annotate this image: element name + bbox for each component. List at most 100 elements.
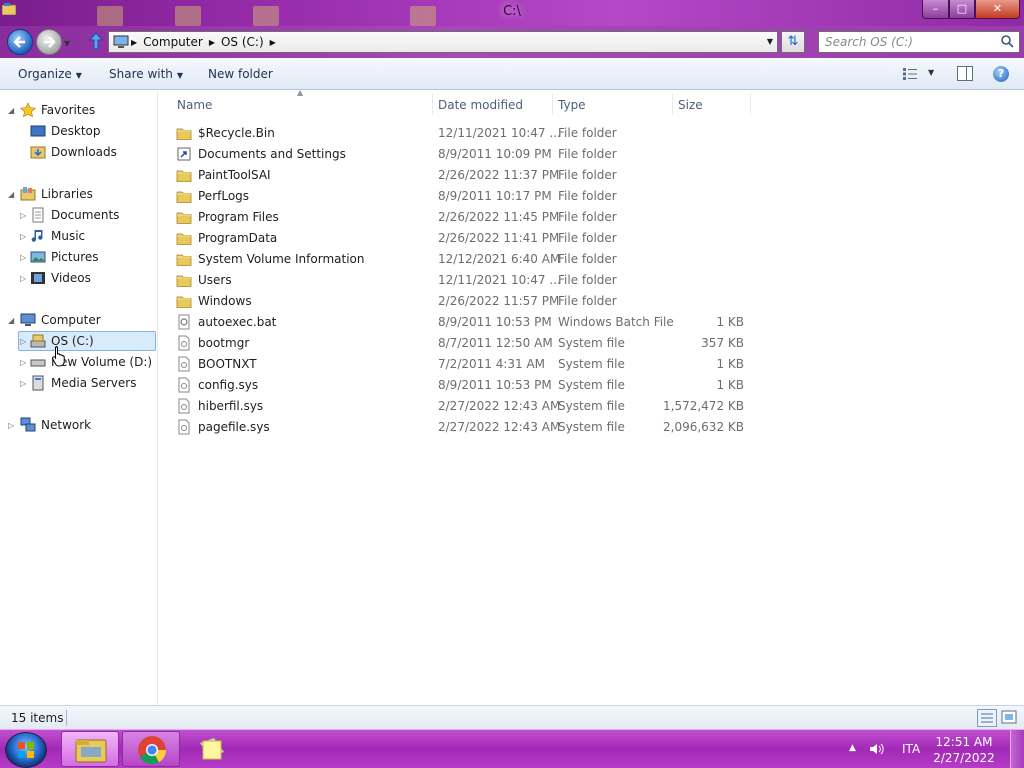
table-row[interactable]: hiberfil.sys 2/27/2022 12:43 AM System fil… <box>176 396 776 417</box>
column-header-type[interactable]: Type <box>558 96 586 116</box>
expand-arrow-icon[interactable]: ▷ <box>8 421 14 430</box>
collapse-arrow-icon[interactable]: ◢ <box>8 316 14 325</box>
back-button[interactable] <box>7 29 33 55</box>
file-type: File folder <box>558 147 617 161</box>
close-button[interactable]: ✕ <box>975 0 1020 19</box>
table-row[interactable]: autoexec.bat 8/9/2011 10:53 PM Windows Bat… <box>176 312 776 333</box>
expand-arrow-icon[interactable]: ▷ <box>20 253 26 262</box>
table-row[interactable]: BOOTNXT 7/2/2011 4:31 AM System file 1 KB <box>176 354 776 375</box>
expand-arrow-icon[interactable]: ▷ <box>20 232 26 241</box>
computer-icon <box>20 313 36 326</box>
show-desktop-button[interactable] <box>1010 730 1024 768</box>
file-name: bootmgr <box>198 336 250 350</box>
column-header-date-modified[interactable]: Date modified <box>438 96 523 116</box>
breadcrumb-computer[interactable]: Computer <box>139 35 207 49</box>
table-row[interactable]: bootmgr 8/7/2011 12:50 AM System file 357 K… <box>176 333 776 354</box>
clock-time[interactable]: 12:51 AM <box>930 735 998 749</box>
address-bar[interactable]: ▶ Computer ▶ OS (C:) ▶ ▼ <box>108 31 778 53</box>
expand-arrow-icon[interactable]: ▷ <box>20 337 26 346</box>
table-row[interactable]: Documents and Settings 8/9/2011 10:09 PM F… <box>176 144 776 165</box>
expand-arrow-icon[interactable]: ▷ <box>20 211 26 220</box>
column-header-size[interactable]: Size <box>678 96 703 116</box>
taskbar-explorer-button[interactable] <box>61 731 119 767</box>
tree-media-servers[interactable]: ▷ Media Servers <box>20 373 136 393</box>
details-view-button[interactable] <box>977 709 997 727</box>
column-divider[interactable] <box>672 93 673 115</box>
start-button[interactable] <box>5 732 47 768</box>
table-row[interactable]: Users 12/11/2021 10:47 ... File folder <box>176 270 776 291</box>
refresh-button[interactable]: ⇅ <box>781 31 805 53</box>
table-row[interactable]: Program Files 2/26/2022 11:45 PM File fold… <box>176 207 776 228</box>
tree-desktop[interactable]: Desktop <box>30 121 101 141</box>
file-type: File folder <box>558 273 617 287</box>
tree-downloads[interactable]: Downloads <box>30 142 117 162</box>
minimize-button[interactable]: – <box>922 0 949 19</box>
file-date-modified: 2/27/2022 12:43 AM <box>438 420 561 434</box>
expand-arrow-icon[interactable]: ▷ <box>20 379 26 388</box>
view-options-dropdown[interactable]: ▼ <box>928 68 934 77</box>
tree-music[interactable]: ▷ Music <box>20 226 85 246</box>
show-hidden-icons-arrow[interactable]: ▲ <box>849 743 856 753</box>
column-divider[interactable] <box>432 93 433 115</box>
share-with-button[interactable]: Share with ▼ <box>109 67 183 81</box>
large-icons-view-icon[interactable] <box>1001 710 1017 724</box>
breadcrumb-separator[interactable]: ▶ <box>207 38 217 47</box>
tree-label: Network <box>41 418 92 432</box>
system-file-icon <box>178 377 190 393</box>
column-divider[interactable] <box>750 93 751 115</box>
table-row[interactable]: pagefile.sys 2/27/2022 12:43 AM System fil… <box>176 417 776 438</box>
tree-favorites[interactable]: ◢ Favorites <box>8 100 95 120</box>
column-header-name[interactable]: Name <box>177 96 212 116</box>
taskbar-sticky-notes-button[interactable] <box>183 731 241 767</box>
tree-os-c[interactable]: ▷ OS (C:) <box>18 331 156 351</box>
table-row[interactable]: System Volume Information 12/12/2021 6:40… <box>176 249 776 270</box>
forward-button[interactable] <box>36 29 62 55</box>
title-bar[interactable]: C:\ – □ ✕ <box>0 0 1024 26</box>
tree-network[interactable]: ▷ Network <box>8 415 91 435</box>
videos-icon <box>31 272 45 284</box>
breadcrumb-os-c[interactable]: OS (C:) <box>217 35 268 49</box>
organize-button[interactable]: Organize ▼ <box>18 67 82 81</box>
help-button[interactable]: ? <box>993 66 1009 82</box>
collapse-arrow-icon[interactable]: ◢ <box>8 190 14 199</box>
change-view-icon[interactable] <box>902 67 918 81</box>
up-arrow-icon[interactable] <box>88 32 104 50</box>
preview-pane-button[interactable] <box>957 66 973 81</box>
volume-icon[interactable] <box>869 742 885 756</box>
pictures-icon <box>30 251 46 263</box>
column-divider[interactable] <box>552 93 553 115</box>
table-row[interactable]: config.sys 8/9/2011 10:53 PM System file 1 … <box>176 375 776 396</box>
table-row[interactable]: Windows 2/26/2022 11:57 PM File folder <box>176 291 776 312</box>
tree-videos[interactable]: ▷ Videos <box>20 268 91 288</box>
new-folder-button[interactable]: New folder <box>208 67 273 81</box>
maximize-button[interactable]: □ <box>949 0 975 19</box>
chevron-down-icon: ▼ <box>176 71 184 80</box>
table-row[interactable]: PerfLogs 8/9/2011 10:17 PM File folder <box>176 186 776 207</box>
tree-computer[interactable]: ◢ Computer <box>8 310 101 330</box>
star-icon <box>20 102 36 118</box>
breadcrumb-separator[interactable]: ▶ <box>268 38 278 47</box>
tree-pictures[interactable]: ▷ Pictures <box>20 247 99 267</box>
address-dropdown[interactable]: ▼ <box>767 37 773 46</box>
table-row[interactable]: PaintToolSAI 2/26/2022 11:37 PM File folde… <box>176 165 776 186</box>
clock-date[interactable]: 2/27/2022 <box>930 751 998 765</box>
search-box[interactable] <box>818 31 1020 53</box>
search-icon[interactable] <box>1001 35 1014 48</box>
table-row[interactable]: $Recycle.Bin 12/11/2021 10:47 ... File fol… <box>176 123 776 144</box>
collapse-arrow-icon[interactable]: ◢ <box>8 106 14 115</box>
taskbar-chrome-button[interactable] <box>122 731 180 767</box>
file-size: 357 KB <box>701 336 744 350</box>
breadcrumb-separator[interactable]: ▶ <box>129 38 139 47</box>
tree-libraries[interactable]: ◢ Libraries <box>8 184 93 204</box>
expand-arrow-icon[interactable]: ▷ <box>20 274 26 283</box>
expand-arrow-icon[interactable]: ▷ <box>20 358 26 367</box>
status-divider <box>66 710 67 726</box>
table-row[interactable]: ProgramData 2/26/2022 11:41 PM File folder <box>176 228 776 249</box>
file-size: 1 KB <box>716 357 744 371</box>
input-language-indicator[interactable]: ITA <box>902 742 920 756</box>
tree-new-volume-d[interactable]: ▷ New Volume (D:) <box>20 352 152 372</box>
search-input[interactable] <box>819 32 999 52</box>
recent-pages-dropdown[interactable]: ▼ <box>64 39 70 48</box>
tree-label: Videos <box>51 271 91 285</box>
tree-documents[interactable]: ▷ Documents <box>20 205 119 225</box>
